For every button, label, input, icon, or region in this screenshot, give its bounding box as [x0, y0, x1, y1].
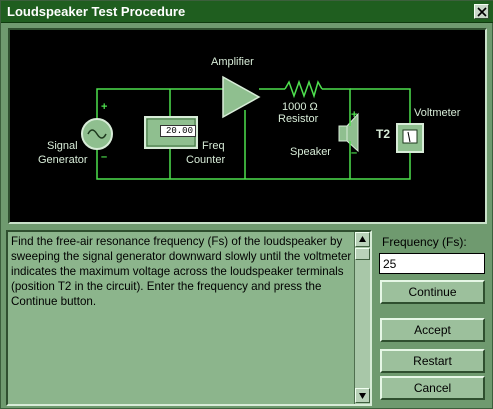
gen-minus-label: –	[101, 151, 108, 163]
frequency-label: Frequency (Fs):	[382, 235, 467, 249]
signal-generator-symbol[interactable]	[81, 118, 113, 150]
cancel-button[interactable]: Cancel	[380, 376, 485, 400]
window-title: Loudspeaker Test Procedure	[7, 4, 186, 19]
speaker-label: Speaker	[290, 146, 331, 158]
circuit-diagram: Amplifier 1000 Ω Resistor Voltmeter Sign…	[8, 28, 487, 224]
frequency-input[interactable]	[379, 253, 485, 274]
spk-minus-label: –	[351, 147, 358, 159]
scroll-up-button[interactable]	[355, 232, 370, 247]
voltmeter-label: Voltmeter	[414, 107, 461, 119]
scroll-down-button[interactable]	[355, 388, 370, 403]
scroll-thumb[interactable]	[355, 248, 370, 260]
amplifier-label: Amplifier	[211, 56, 254, 68]
title-bar[interactable]: Loudspeaker Test Procedure	[1, 1, 493, 23]
resistor-symbol	[284, 79, 323, 99]
t2-label: T2	[376, 127, 391, 141]
voltmeter-symbol[interactable]	[396, 123, 424, 153]
resistor-label: Resistor	[278, 113, 319, 125]
continue-button[interactable]: Continue	[380, 280, 485, 304]
freq-counter-display: 20.00	[160, 125, 196, 137]
instructions-panel: Find the free-air resonance frequency (F…	[6, 230, 372, 406]
gen-plus-label: +	[101, 101, 108, 113]
freq-label-circuit: Freq	[202, 140, 225, 152]
instructions-text: Find the free-air resonance frequency (F…	[11, 235, 352, 308]
spk-plus-label: +	[351, 109, 358, 121]
dialog-window: Loudspeaker Test Procedure Amplifier 100…	[0, 0, 493, 409]
amplifier-symbol	[222, 75, 261, 119]
restart-button[interactable]: Restart	[380, 349, 485, 373]
instructions-scrollbar[interactable]	[354, 232, 370, 404]
accept-button[interactable]: Accept	[380, 318, 485, 342]
arrow-up-icon	[359, 236, 366, 242]
generator-label: Generator	[38, 154, 88, 166]
close-icon	[477, 7, 487, 17]
signal-label: Signal	[47, 140, 78, 152]
close-button[interactable]	[474, 4, 489, 19]
arrow-down-icon	[359, 393, 366, 399]
counter-label: Counter	[186, 154, 226, 166]
